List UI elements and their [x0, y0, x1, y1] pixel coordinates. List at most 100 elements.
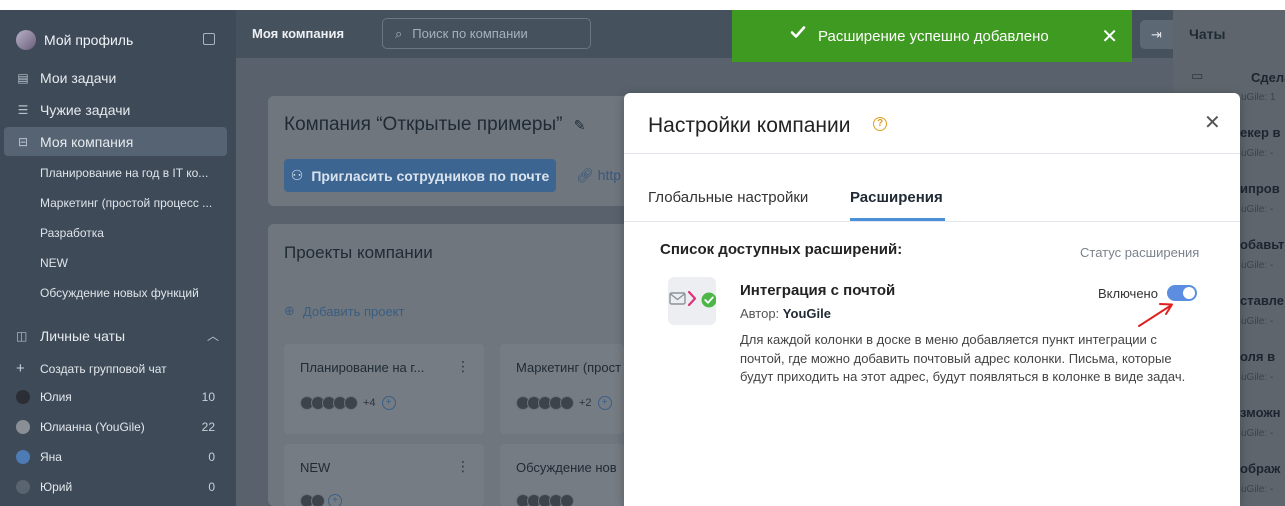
collapse-chats-icon[interactable]: ⇥	[1140, 20, 1173, 49]
chat-peek-title[interactable]: ображ	[1240, 461, 1280, 476]
chat-peek-sub: uGile: -	[1241, 148, 1274, 159]
author-name: YouGile	[782, 306, 831, 321]
link-icon: 🔗︎	[576, 167, 594, 183]
add-member-icon[interactable]: +	[381, 396, 396, 410]
collapse-sidebar-icon[interactable]	[203, 33, 215, 45]
projects-title: Проекты компании	[284, 243, 433, 262]
chat-name: Яна	[40, 450, 62, 464]
project-members: +2 +	[516, 396, 612, 410]
profile-link[interactable]: Мой профиль	[16, 30, 133, 50]
invite-link[interactable]: 🔗︎ http	[576, 167, 621, 184]
chats-title: Чаты	[1189, 26, 1226, 42]
chat-item[interactable]: Яна 0	[16, 450, 215, 464]
tab-extensions[interactable]: Расширения	[850, 189, 943, 206]
chat-count: 0	[208, 480, 215, 494]
invite-button-label: Пригласить сотрудников по почте	[311, 167, 550, 184]
search-icon: ⌕	[395, 25, 403, 41]
chat-item[interactable]: Юлия 10	[16, 390, 215, 404]
close-icon[interactable]: ✕	[1204, 110, 1221, 135]
help-icon[interactable]: ?	[873, 117, 887, 131]
list-icon: ☰	[17, 103, 29, 117]
status-column-header: Статус расширения	[1080, 245, 1200, 260]
chat-item[interactable]: Юлианна (YouGile) 22	[16, 420, 215, 434]
tab-global-settings[interactable]: Глобальные настройки	[648, 189, 808, 206]
project-card[interactable]	[500, 344, 624, 434]
chat-peek-title[interactable]: обавьте	[1240, 237, 1285, 252]
chat-peek-title[interactable]: екер в	[1240, 125, 1281, 140]
extension-author: Автор: YouGile	[740, 306, 831, 321]
chat-item[interactable]: Юрий 0	[16, 480, 215, 494]
search-input[interactable]: ⌕ Поиск по компании	[382, 18, 591, 49]
chat-peek-sub: uGile: -	[1241, 260, 1274, 271]
extensions-list-title: Список доступных расширений:	[660, 241, 903, 258]
close-icon[interactable]: ✕	[1101, 24, 1118, 49]
avatar	[311, 494, 325, 506]
chat-peek-sub: uGile: -	[1241, 316, 1274, 327]
invite-by-email-button[interactable]: ⚇ Пригласить сотрудников по почте	[284, 159, 556, 192]
create-group-chat[interactable]: + Создать групповой чат	[16, 360, 215, 377]
check-icon	[790, 26, 806, 38]
personal-chats-section[interactable]: ◫ Личные чаты ︿	[16, 327, 219, 344]
modal-tabs: Глобальные настройки Расширения	[624, 181, 1240, 222]
author-label: Автор:	[740, 306, 780, 321]
add-project-button[interactable]: ⊕ Добавить проект	[284, 303, 405, 319]
chat-bubble-icon: ▭	[1191, 68, 1204, 83]
sidebar: Мой профиль ▤ Мои задачи ☰ Чужие задачи …	[0, 10, 236, 506]
red-arrow-annotation	[1138, 303, 1173, 327]
chat-peek-title[interactable]: зможн	[1240, 405, 1280, 420]
chat-name: Юлианна (YouGile)	[40, 420, 145, 434]
briefcase-icon: ⊟	[17, 135, 29, 149]
sidebar-item-label: Мои задачи	[40, 70, 117, 86]
chat-peek-sub: uGile: -	[1241, 204, 1274, 215]
chat-count: 10	[201, 390, 215, 404]
more-icon[interactable]: ⋮	[456, 358, 470, 375]
extension-description: Для каждой колонки в доске в меню добавл…	[740, 332, 1186, 384]
extension-toggle[interactable]	[1167, 285, 1197, 301]
project-card[interactable]	[284, 344, 484, 434]
chat-peek-title[interactable]: оля в	[1240, 349, 1275, 364]
edit-icon[interactable]: ✎	[574, 117, 586, 133]
plus-icon: +	[16, 360, 25, 377]
company-title: Компания “Открытые примеры” ✎	[284, 114, 585, 136]
chat-peek-title[interactable]: Сделайте	[1251, 70, 1285, 85]
chat-name: Юрий	[40, 480, 73, 494]
add-member-icon[interactable]: +	[597, 396, 612, 410]
modal-header: Настройки компании ? ✕	[624, 93, 1240, 154]
extension-status: Включено	[1098, 286, 1158, 301]
create-group-chat-label: Создать групповой чат	[40, 361, 167, 376]
search-placeholder: Поиск по компании	[412, 26, 528, 41]
sidebar-project-2[interactable]: Маркетинг (простой процесс ...	[40, 196, 212, 210]
sidebar-project-5[interactable]: Обсуждение новых функций	[40, 286, 199, 300]
avatar	[16, 390, 30, 404]
chat-name: Юлия	[40, 390, 72, 404]
link-label: http	[597, 167, 622, 183]
chat-peek-sub: uGile: -	[1241, 372, 1274, 383]
section-label: Личные чаты	[40, 327, 126, 344]
chat-peek-sub: uGile: -	[1241, 484, 1274, 495]
project-members	[516, 494, 574, 506]
sidebar-project-4[interactable]: NEW	[40, 256, 68, 270]
chat-peek-sub: uGile: -	[1241, 428, 1274, 439]
avatar	[344, 396, 358, 410]
chevron-up-icon[interactable]: ︿	[207, 327, 219, 344]
chat-peek-title[interactable]: ставле	[1240, 293, 1284, 308]
sidebar-project-3[interactable]: Разработка	[40, 226, 104, 240]
add-member-icon[interactable]: +	[328, 494, 342, 506]
sidebar-item-my-company[interactable]: ⊟ Моя компания	[16, 131, 133, 153]
more-icon[interactable]: ⋮	[456, 458, 470, 475]
modal-title: Настройки компании	[648, 114, 851, 137]
avatar	[16, 420, 30, 434]
sidebar-project-1[interactable]: Планирование на год в IT ко...	[40, 166, 208, 180]
chat-peek-title[interactable]: ипров	[1240, 181, 1280, 196]
project-name: NEW	[300, 460, 331, 475]
members-more-count: +4	[363, 397, 376, 409]
sidebar-item-my-tasks[interactable]: ▤ Мои задачи	[16, 67, 116, 89]
sidebar-item-others-tasks[interactable]: ☰ Чужие задачи	[16, 99, 131, 121]
avatar	[560, 396, 574, 410]
chat-count: 0	[208, 450, 215, 464]
project-members: +4 +	[300, 396, 396, 410]
extension-name: Интеграция с почтой	[740, 282, 896, 299]
profile-label: Мой профиль	[44, 32, 134, 48]
success-toast: Расширение успешно добавлено ✕	[732, 10, 1132, 62]
window-top-strip	[0, 0, 1285, 10]
